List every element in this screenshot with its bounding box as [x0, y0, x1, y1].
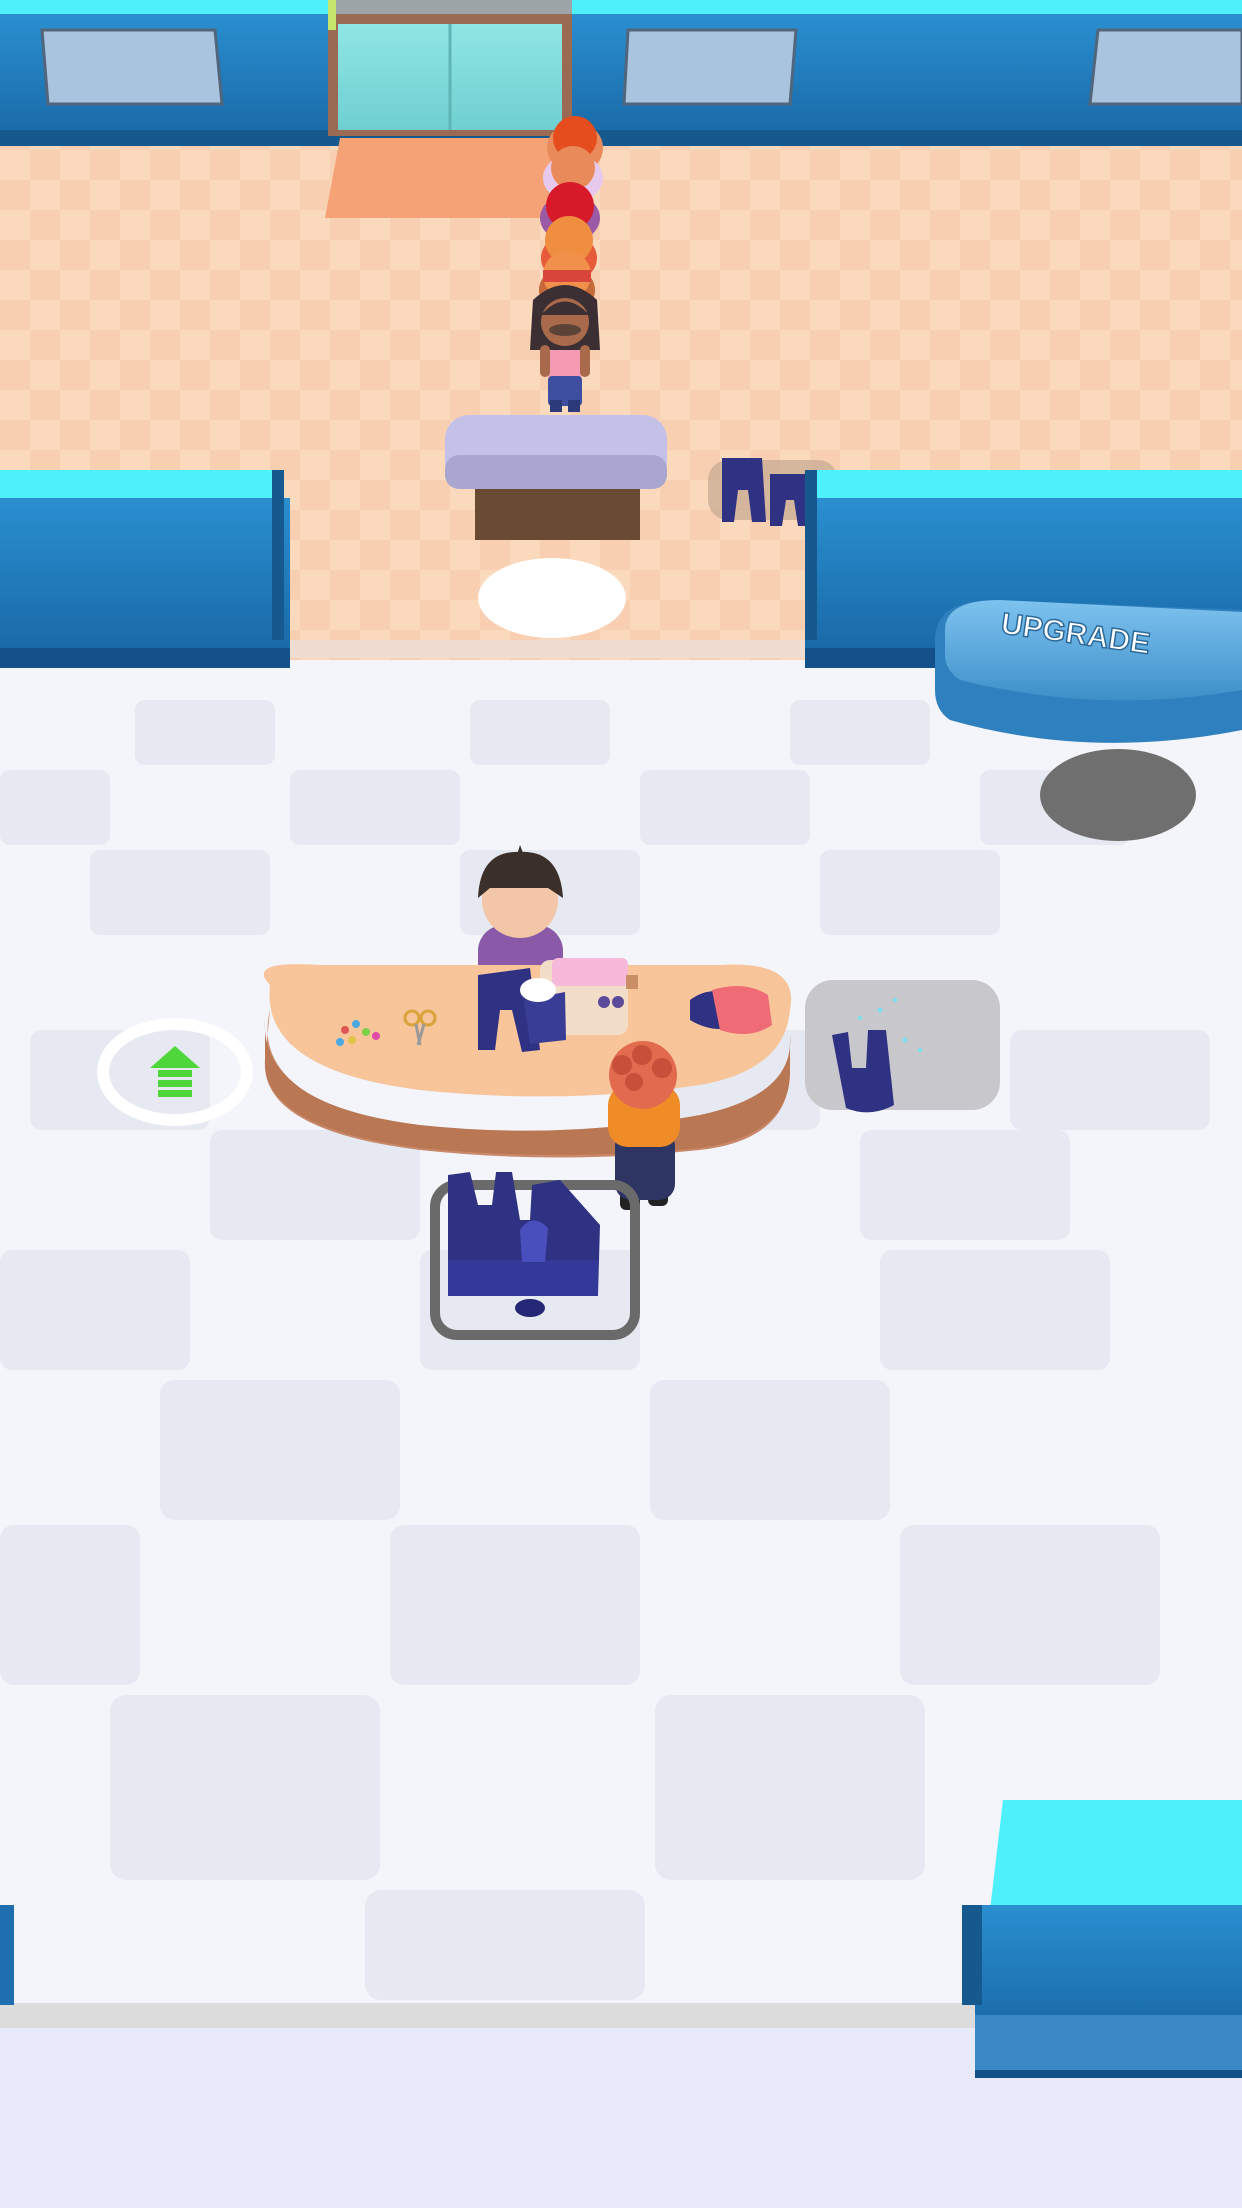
- wall-window: [40, 28, 224, 106]
- checkout-desk: [445, 415, 667, 540]
- left-partition-wall: [0, 470, 290, 668]
- game-canvas: UPGRADE: [0, 0, 1242, 2208]
- bottom-left-wall: [0, 1905, 14, 2005]
- pickup-pad[interactable]: [805, 980, 1000, 1113]
- wall-window: [1088, 28, 1242, 106]
- game-scene: UPGRADE: [0, 0, 1242, 2208]
- entrance-door: [328, 0, 572, 136]
- upgrade-spot[interactable]: [1040, 749, 1196, 841]
- back-wall: [0, 0, 1242, 146]
- wall-window: [622, 28, 798, 106]
- checkout-spot[interactable]: [478, 558, 626, 638]
- bottom-right-wall: [962, 1800, 1242, 2078]
- door-mat: [325, 138, 570, 218]
- upgrade-station[interactable]: UPGRADE: [935, 600, 1242, 743]
